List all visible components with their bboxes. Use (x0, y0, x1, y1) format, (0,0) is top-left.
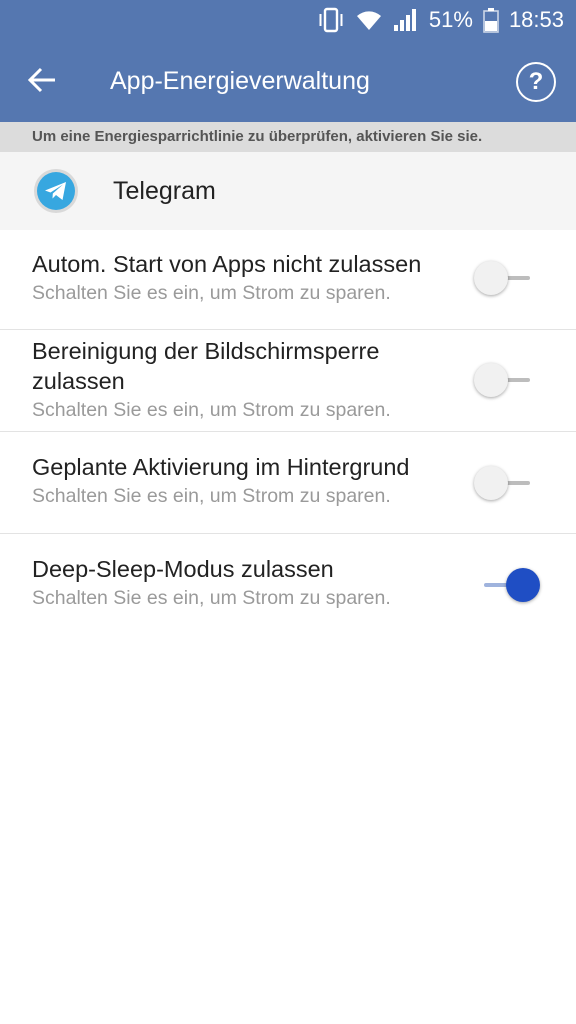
app-header: Telegram (0, 152, 576, 230)
toggle-autostart[interactable] (470, 260, 542, 296)
setting-background-activation[interactable]: Geplante Aktivierung im Hintergrund Scha… (0, 432, 576, 534)
signal-icon (393, 8, 419, 32)
setting-title: Bereinigung der Bildschirmsperre zulasse… (32, 338, 380, 394)
setting-text: Autom. Start von Apps nicht zulassen Sch… (32, 249, 472, 307)
setting-subtitle: Schalten Sie es ein, um Strom zu sparen. (32, 282, 391, 304)
clock: 18:53 (508, 7, 564, 32)
status-bar: 51% 18:53 (0, 0, 576, 40)
wifi-icon (355, 8, 383, 32)
help-icon: ? (528, 68, 544, 95)
telegram-icon (34, 169, 78, 213)
battery-icon (483, 7, 499, 33)
help-button[interactable]: ? (516, 62, 556, 102)
toggle-thumb (506, 568, 540, 602)
toggle-thumb (474, 466, 508, 500)
setting-title: Geplante Aktivierung im Hintergrund (32, 454, 410, 480)
page-title: App-Energieverwaltung (110, 67, 370, 95)
setting-title: Deep-Sleep-Modus zulassen (32, 556, 334, 582)
vibrate-icon (317, 7, 345, 33)
toggle-thumb (474, 261, 508, 295)
setting-title: Autom. Start von Apps nicht zulassen (32, 251, 422, 277)
setting-subtitle: Schalten Sie es ein, um Strom zu sparen. (32, 399, 391, 421)
setting-autostart[interactable]: Autom. Start von Apps nicht zulassen Sch… (0, 230, 576, 330)
setting-text: Geplante Aktivierung im Hintergrund Scha… (32, 452, 472, 510)
app-bar: App-Energieverwaltung ? (0, 40, 576, 122)
setting-text: Bereinigung der Bildschirmsperre zulasse… (32, 336, 472, 424)
back-button[interactable] (20, 60, 64, 104)
battery-percent: 51% (428, 7, 473, 32)
toggle-background-activation[interactable] (470, 465, 542, 501)
setting-subtitle: Schalten Sie es ein, um Strom zu sparen. (32, 485, 391, 507)
toggle-deep-sleep[interactable] (470, 567, 542, 603)
setting-text: Deep-Sleep-Modus zulassen Schalten Sie e… (32, 554, 472, 612)
toggle-thumb (474, 363, 508, 397)
app-name: Telegram (113, 177, 216, 205)
setting-subtitle: Schalten Sie es ein, um Strom zu sparen. (32, 587, 391, 609)
back-arrow-icon (27, 67, 57, 98)
toggle-lockscreen-cleanup[interactable] (470, 362, 542, 398)
hint-banner: Um eine Energiesparrichtlinie zu überprü… (0, 122, 576, 152)
setting-lockscreen-cleanup[interactable]: Bereinigung der Bildschirmsperre zulasse… (0, 330, 576, 432)
setting-deep-sleep[interactable]: Deep-Sleep-Modus zulassen Schalten Sie e… (0, 534, 576, 636)
settings-list: Autom. Start von Apps nicht zulassen Sch… (0, 230, 576, 636)
status-icons: 51% 18:53 (317, 0, 564, 40)
